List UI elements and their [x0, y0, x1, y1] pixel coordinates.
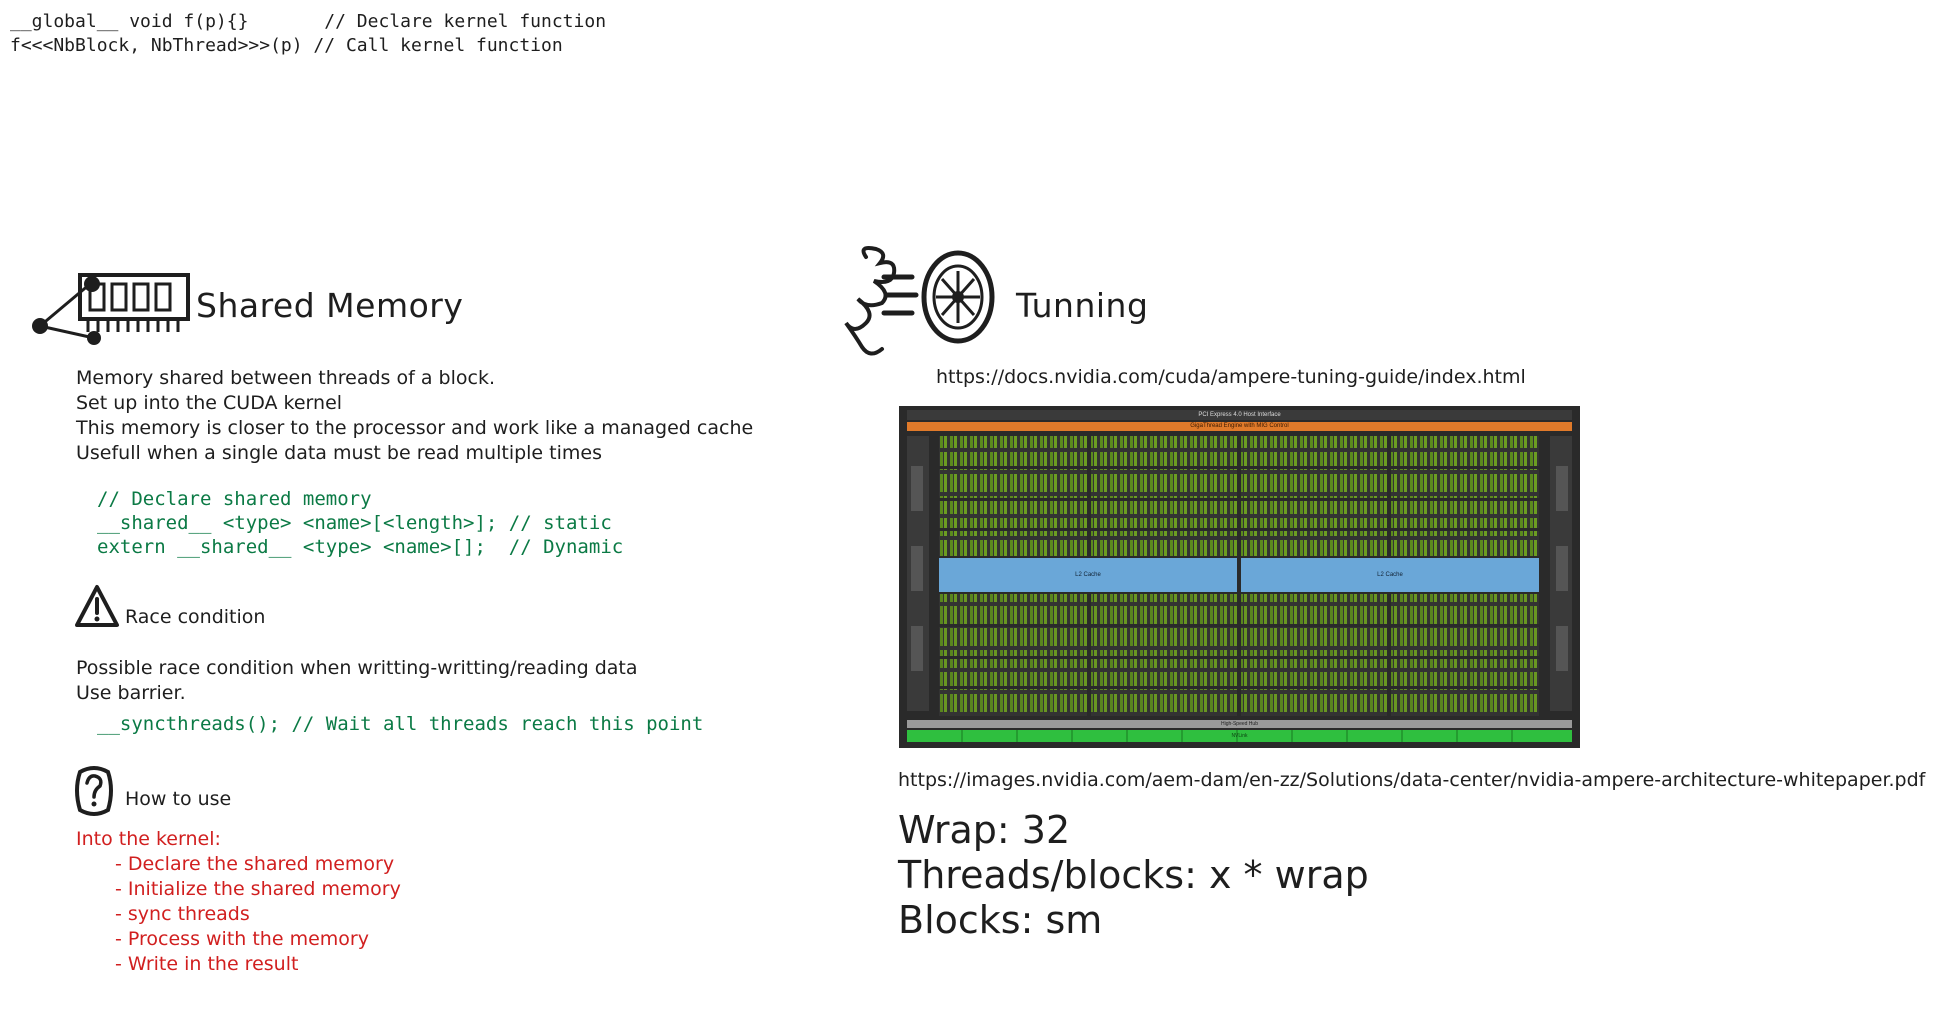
shared-memory-code-line: __shared__ <type> <name>[<length>]; // s… [97, 512, 612, 534]
code-top: __global__ void f(p){} // Declare kernel… [10, 10, 606, 58]
shared-memory-desc-line: This memory is closer to the processor a… [76, 417, 754, 439]
how-to-use-step: - sync threads [115, 903, 250, 925]
how-to-use-step: - Process with the memory [115, 928, 369, 950]
code-top-line1: __global__ void f(p){} // Declare kernel… [10, 11, 607, 32]
shared-memory-desc-line: Set up into the CUDA kernel [76, 392, 343, 414]
tuning-note: Blocks: sm [898, 898, 1103, 942]
how-to-use-intro: Into the kernel: [76, 828, 221, 850]
whitepaper-link[interactable]: https://images.nvidia.com/aem-dam/en-zz/… [898, 769, 1925, 791]
shared-memory-code-line: // Declare shared memory [97, 488, 372, 510]
race-condition-desc: Possible race condition when writting-wr… [76, 656, 638, 706]
how-to-use-step: - Write in the result [115, 953, 299, 975]
tuning-notes: Wrap: 32 Threads/blocks: x * wrap Blocks: … [898, 808, 1369, 943]
tuning-note: Wrap: 32 [898, 808, 1071, 852]
ampere-chip-diagram: PCI Express 4.0 Host Interface GigaThrea… [899, 406, 1580, 748]
shared-memory-desc: Memory shared between threads of a block… [76, 366, 753, 466]
race-condition-desc-line: Use barrier. [76, 682, 186, 704]
nvlink-bar: NVLink [1231, 733, 1248, 739]
shared-memory-desc-line: Usefull when a single data must be read … [76, 442, 602, 464]
syncthreads-code: __syncthreads(); // Wait all threads rea… [97, 713, 704, 735]
code-top-line2: f<<<NbBlock, NbThread>>>(p) // Call kern… [10, 35, 563, 56]
how-to-use-step: - Declare the shared memory [115, 853, 395, 875]
how-to-use-title: How to use [125, 788, 232, 810]
l2-cache-left: L2 Cache [1075, 572, 1101, 578]
shared-memory-code-line: extern __shared__ <type> <name>[]; // Dy… [97, 536, 624, 558]
question-icon [75, 766, 113, 816]
turbo-fan-icon [844, 246, 995, 356]
warning-icon [75, 585, 119, 627]
l2-cache-right: L2 Cache [1377, 572, 1403, 578]
how-to-use-step: - Initialize the shared memory [115, 878, 401, 900]
shared-memory-code: // Declare shared memory __shared__ <type… [97, 487, 623, 559]
how-to-use-list: Into the kernel: - Declare the shared mem… [76, 827, 401, 977]
tuning-title: Tunning [1016, 286, 1149, 325]
shared-memory-desc-line: Memory shared between threads of a block… [76, 367, 495, 389]
high-speed-hub: High-Speed Hub [1221, 721, 1258, 727]
tuning-guide-link[interactable]: https://docs.nvidia.com/cuda/ampere-tuni… [936, 366, 1526, 388]
shared-memory-title: Shared Memory [196, 286, 464, 325]
tuning-note: Threads/blocks: x * wrap [898, 853, 1369, 897]
race-condition-title: Race condition [125, 606, 266, 628]
ram-chip-icon [32, 273, 190, 345]
race-condition-desc-line: Possible race condition when writting-wr… [76, 657, 638, 679]
